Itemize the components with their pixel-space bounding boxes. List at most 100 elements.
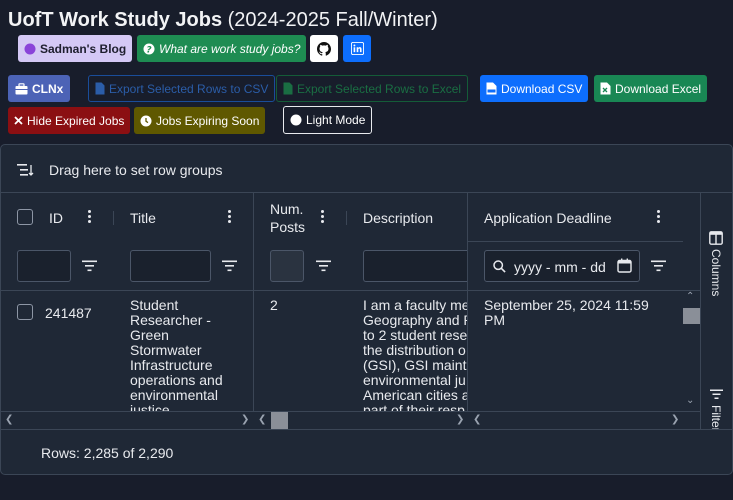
id-filter-input[interactable]	[17, 250, 71, 282]
github-icon	[317, 41, 331, 56]
scroll-left-arrow[interactable]: ❮	[258, 414, 266, 425]
light-mode-label: Light Mode	[306, 113, 366, 127]
light-mode-button[interactable]: Light Mode	[283, 106, 373, 134]
page-title-main: UofT Work Study Jobs	[8, 9, 223, 31]
export-selected-csv-label: Export Selected Rows to CSV	[109, 81, 269, 96]
scroll-up-arrow[interactable]: ⌃	[686, 291, 694, 302]
cell-description-line: (GSI), GSI mainte	[363, 357, 467, 373]
horizontal-scrollbar[interactable]: ❮ ❯ ❮ ❯ ❮ ❯	[1, 411, 700, 429]
vertical-scrollbar[interactable]: ⌃ ⌄	[683, 291, 700, 411]
linkedin-link[interactable]	[343, 35, 371, 62]
export-selected-csv-button[interactable]: Export Selected Rows to CSV	[88, 75, 276, 102]
scroll-left-arrow[interactable]: ❮	[473, 414, 481, 425]
blog-link[interactable]: Sadman's Blog	[18, 35, 133, 62]
filter-icon[interactable]	[316, 260, 331, 272]
cell-title-line: Infrastructure	[130, 357, 213, 373]
column-header-id[interactable]: ID	[49, 210, 63, 226]
cell-description-line: the distribution o	[363, 342, 466, 358]
column-header-description[interactable]: Description	[363, 210, 433, 226]
scroll-right-arrow[interactable]: ❯	[671, 414, 679, 425]
cell-description-line: Geography and P	[363, 312, 467, 328]
close-icon	[14, 116, 23, 125]
scroll-right-arrow[interactable]: ❯	[241, 414, 249, 425]
circle-icon	[24, 43, 36, 54]
filter-icon[interactable]	[222, 260, 237, 272]
cell-description-line: I am a faculty me	[363, 298, 467, 313]
column-menu-deadline[interactable]	[657, 210, 661, 225]
select-all-checkbox[interactable]	[17, 209, 33, 225]
filter-icon[interactable]	[82, 260, 97, 272]
calendar-icon[interactable]	[617, 258, 632, 273]
title-filter-input[interactable]	[130, 250, 211, 282]
jobs-grid: Drag here to set row groups ID Title Num…	[0, 144, 733, 475]
clnx-button-label: CLNx	[32, 81, 64, 96]
column-menu-num-posts[interactable]	[321, 210, 325, 225]
row-count-status: Rows: 2,285 of 2,290	[41, 445, 174, 461]
filter-icon[interactable]	[651, 260, 666, 272]
file-csv-icon	[486, 82, 497, 95]
cell-title-line: Green	[130, 327, 169, 343]
cell-id: 241487	[45, 305, 92, 321]
divider	[346, 211, 347, 225]
cell-title: Student Researcher - Green Stormwater In…	[130, 298, 248, 412]
filter-icon	[710, 389, 723, 399]
github-link[interactable]	[310, 35, 338, 62]
cell-description-line: to 2 student rese	[363, 327, 467, 343]
filters-panel-tab[interactable]: Filters	[701, 385, 731, 429]
scroll-right-arrow[interactable]: ❯	[456, 414, 464, 425]
cell-deadline-line1: September 25, 2024 11:59	[484, 297, 649, 313]
page-title-term: (2024-2025 Fall/Winter)	[222, 9, 438, 31]
row-group-icon	[17, 164, 34, 176]
divider	[113, 211, 114, 225]
description-filter-input[interactable]	[363, 250, 467, 282]
download-excel-button[interactable]: Download Excel	[594, 75, 708, 102]
svg-text:?: ?	[146, 45, 151, 55]
column-menu-id[interactable]	[88, 210, 92, 225]
row-group-panel[interactable]: Drag here to set row groups	[49, 162, 223, 178]
column-header-num-posts-line2[interactable]: Posts	[270, 219, 305, 235]
cell-description-line: environmental ju	[363, 372, 466, 388]
columns-panel-tab[interactable]: Columns	[701, 231, 731, 303]
cell-description-line: American cities as	[363, 387, 467, 403]
linkedin-icon	[350, 42, 364, 55]
horizontal-scroll-thumb[interactable]	[271, 412, 288, 429]
file-excel-icon	[283, 82, 293, 95]
cell-title-line: Student	[130, 298, 179, 313]
divider	[1, 429, 732, 430]
jobs-expiring-soon-button[interactable]: Jobs Expiring Soon	[134, 107, 266, 134]
scroll-left-arrow[interactable]: ❮	[5, 414, 13, 425]
filters-panel-label: Filters	[709, 405, 723, 429]
row-select-checkbox[interactable]	[17, 304, 33, 320]
column-header-num-posts-line1[interactable]: Num.	[270, 201, 303, 217]
page-title: UofT Work Study Jobs (2024-2025 Fall/Win…	[8, 7, 438, 33]
columns-icon	[709, 231, 723, 245]
cell-title-line: environmental	[130, 387, 218, 403]
divider	[1, 290, 700, 291]
download-csv-button[interactable]: Download CSV	[480, 75, 589, 102]
divider	[467, 241, 683, 242]
export-selected-excel-label: Export Selected Rows to Excel	[297, 81, 462, 96]
column-separator[interactable]	[253, 193, 254, 428]
jobs-expiring-soon-label: Jobs Expiring Soon	[156, 113, 260, 128]
columns-panel-label: Columns	[709, 249, 723, 297]
column-menu-title[interactable]	[228, 210, 232, 225]
faq-link[interactable]: ? What are work study jobs?	[137, 35, 307, 62]
cell-title-line: Stormwater	[130, 342, 202, 358]
search-icon	[493, 260, 506, 273]
column-header-deadline[interactable]: Application Deadline	[484, 210, 612, 226]
blog-link-label: Sadman's Blog	[40, 41, 127, 56]
num-posts-filter-input[interactable]	[270, 250, 304, 282]
clnx-button[interactable]: CLNx	[8, 75, 71, 102]
cell-title-line: operations and	[130, 372, 223, 388]
column-separator[interactable]	[467, 193, 468, 428]
hide-expired-button[interactable]: Hide Expired Jobs	[8, 107, 131, 134]
cell-description: I am a faculty me Geography and P to 2 s…	[363, 298, 467, 412]
file-excel-icon	[600, 82, 611, 95]
vertical-scroll-thumb[interactable]	[683, 308, 700, 324]
briefcase-icon	[15, 82, 28, 94]
column-header-title[interactable]: Title	[130, 210, 156, 226]
cell-num-posts: 2	[270, 297, 278, 313]
hide-expired-label: Hide Expired Jobs	[27, 113, 125, 128]
export-selected-excel-button[interactable]: Export Selected Rows to Excel	[276, 75, 469, 102]
scroll-down-arrow[interactable]: ⌄	[686, 395, 694, 406]
